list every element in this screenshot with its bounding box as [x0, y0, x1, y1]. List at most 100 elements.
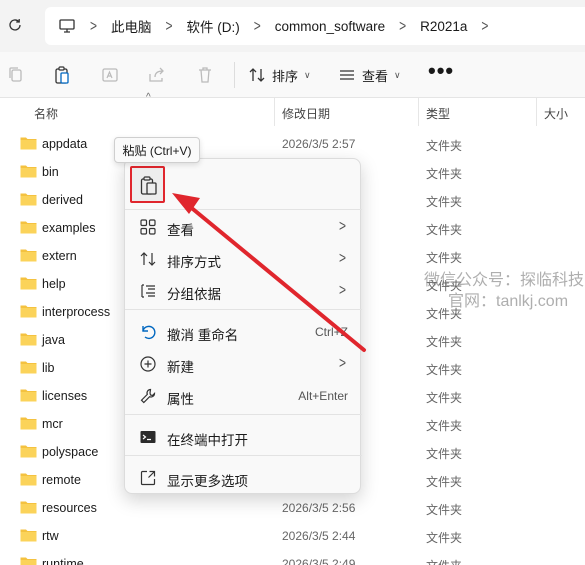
folder-icon — [20, 473, 37, 486]
menu-item-new[interactable]: 新建 > — [125, 349, 362, 379]
file-name: rtw — [42, 529, 59, 543]
folder-icon — [20, 501, 37, 514]
computer-icon — [59, 19, 75, 33]
folder-icon — [20, 305, 37, 318]
file-row[interactable]: rtw 2026/3/5 2:44 文件夹 — [0, 522, 585, 550]
chevron-right-icon: > — [90, 16, 98, 36]
column-type[interactable]: 类型 — [426, 105, 450, 122]
menu-item-undo-rename[interactable]: 撤消 重命名 Ctrl+Z — [125, 317, 362, 347]
delete-icon[interactable] — [195, 65, 215, 85]
command-bar: 排序 ∨ 查看 ∨ ••• — [0, 52, 585, 98]
menu-item-label: 撤消 重命名 — [167, 328, 239, 343]
refresh-icon[interactable] — [6, 16, 24, 34]
chevron-down-icon: ∨ — [394, 69, 401, 80]
folder-icon — [20, 165, 37, 178]
file-type: 文件夹 — [426, 447, 463, 461]
folder-icon — [20, 249, 37, 262]
folder-icon — [20, 333, 37, 346]
shortcut-text: Alt+Enter — [298, 389, 348, 403]
watermark-line-2: 官网：tanlkj.com — [448, 293, 569, 310]
shortcut-text: Ctrl+Z — [315, 325, 348, 339]
toolbar-divider — [234, 62, 235, 88]
file-type: 文件夹 — [426, 391, 463, 405]
file-type: 文件夹 — [426, 167, 463, 181]
chevron-right-icon[interactable]: > — [481, 17, 488, 35]
share-icon[interactable] — [147, 65, 167, 85]
column-divider[interactable] — [418, 98, 419, 126]
menu-item-label: 显示更多选项 — [167, 474, 248, 489]
menu-item-label: 分组依据 — [167, 287, 221, 302]
file-name: help — [42, 277, 66, 291]
breadcrumb[interactable]: > 此电脑 > 软件 (D:) > common_software > R202… — [45, 7, 585, 45]
grid-view-icon — [140, 219, 156, 235]
menu-item-show-more-options[interactable]: 显示更多选项 — [125, 463, 362, 493]
folder-icon — [20, 221, 37, 234]
file-type: 文件夹 — [426, 363, 463, 377]
group-by-icon — [141, 284, 155, 298]
paste-icon[interactable] — [52, 65, 72, 85]
folder-icon — [20, 137, 37, 150]
view-icon — [340, 70, 354, 80]
paste-button[interactable] — [130, 166, 165, 203]
column-divider[interactable] — [274, 98, 275, 126]
file-name: java — [42, 333, 65, 347]
wrench-icon — [140, 388, 156, 404]
chevron-right-icon: > — [338, 280, 346, 300]
breadcrumb-segment-r2021a[interactable]: R2021a — [420, 19, 467, 34]
file-type: 文件夹 — [426, 195, 463, 209]
menu-divider — [125, 455, 362, 456]
terminal-icon — [140, 431, 156, 443]
file-name: derived — [42, 193, 83, 207]
column-date[interactable]: 修改日期 — [282, 105, 330, 122]
copy-icon[interactable] — [6, 65, 26, 85]
folder-icon — [20, 529, 37, 542]
file-row[interactable]: resources 2026/3/5 2:56 文件夹 — [0, 494, 585, 522]
folder-icon — [20, 361, 37, 374]
file-type: 文件夹 — [426, 419, 463, 433]
menu-item-label: 排序方式 — [167, 255, 221, 270]
menu-item-open-terminal[interactable]: 在终端中打开 — [125, 422, 362, 452]
menu-item-sort[interactable]: 排序方式 > — [125, 244, 362, 274]
breadcrumb-segment-common-software[interactable]: common_software — [275, 19, 385, 34]
sort-icon — [140, 252, 156, 266]
add-circle-icon — [140, 356, 156, 372]
file-name: remote — [42, 473, 81, 487]
menu-item-properties[interactable]: 属性 Alt+Enter — [125, 381, 362, 411]
menu-item-view[interactable]: 查看 > — [125, 212, 362, 242]
folder-icon — [20, 417, 37, 430]
file-name: bin — [42, 165, 59, 179]
file-name: lib — [42, 361, 55, 375]
view-label: 查看 — [362, 68, 389, 84]
view-button[interactable]: 查看 ∨ — [338, 65, 401, 85]
breadcrumb-segment-drive[interactable]: 软件 (D:) — [187, 16, 240, 36]
file-type: 文件夹 — [426, 475, 463, 489]
file-type: 文件夹 — [426, 531, 463, 545]
paste-tooltip: 粘贴 (Ctrl+V) — [114, 137, 200, 163]
chevron-right-icon: > — [253, 16, 261, 36]
menu-item-label: 新建 — [167, 360, 194, 375]
menu-item-group-by[interactable]: 分组依据 > — [125, 276, 362, 306]
column-divider[interactable] — [536, 98, 537, 126]
breadcrumb-segment-this-pc[interactable]: 此电脑 — [111, 16, 152, 36]
chevron-right-icon: > — [338, 248, 346, 268]
file-type: 文件夹 — [426, 223, 463, 237]
chevron-down-icon: ∨ — [304, 69, 311, 80]
column-size[interactable]: 大小 — [544, 105, 568, 122]
file-type: 文件夹 — [426, 251, 463, 265]
rename-icon[interactable] — [100, 65, 120, 85]
address-bar: > 此电脑 > 软件 (D:) > common_software > R202… — [0, 0, 585, 52]
file-name: licenses — [42, 389, 88, 403]
file-type: 文件夹 — [426, 557, 462, 565]
column-header: ^ 名称 修改日期 类型 大小 — [0, 92, 585, 126]
column-name[interactable]: 名称 — [34, 105, 58, 122]
sort-button[interactable]: 排序 ∨ — [248, 65, 311, 85]
menu-item-label: 属性 — [167, 392, 194, 407]
menu-divider — [125, 209, 362, 210]
file-row[interactable]: appdata 2026/3/5 2:57 文件夹 — [0, 130, 585, 158]
more-options-icon[interactable]: ••• — [428, 60, 454, 82]
sort-label: 排序 — [272, 68, 299, 84]
folder-icon — [20, 557, 37, 565]
chevron-right-icon: > — [338, 216, 346, 236]
menu-divider — [125, 309, 362, 310]
file-row[interactable]: runtime 2026/3/5 2:49 文件夹 — [0, 550, 585, 565]
